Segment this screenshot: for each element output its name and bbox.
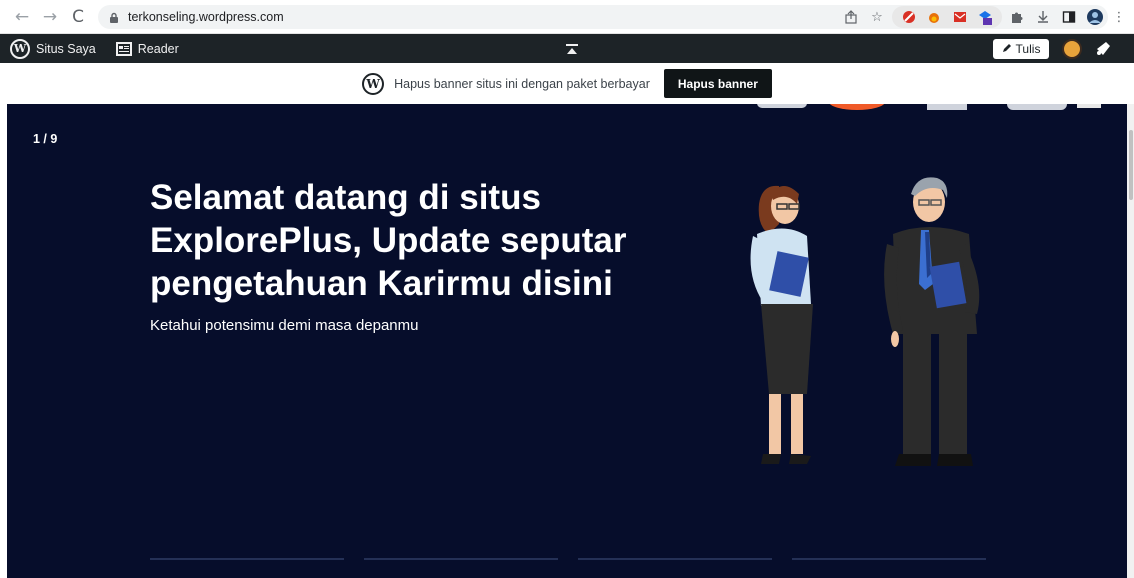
slide-tab-3[interactable] (578, 558, 772, 560)
write-label: Tulis (1015, 42, 1041, 56)
wp-admin-bar: W Situs Saya Reader Tulis (0, 34, 1134, 63)
scrollbar-thumb[interactable] (1129, 130, 1133, 200)
collapse-toggle-icon[interactable] (566, 34, 578, 63)
slide-counter: 1 / 9 (33, 132, 58, 146)
ext-mail-icon[interactable] (947, 5, 973, 29)
upgrade-banner: W Hapus banner situs ini dengan paket be… (0, 63, 1134, 104)
write-button[interactable]: Tulis (993, 39, 1049, 59)
slide-tab-1[interactable] (150, 558, 344, 560)
slide-tab-2[interactable] (364, 558, 558, 560)
hero-slider: 1 / 9 Selamat datang di situs ExplorePlu… (7, 104, 1127, 578)
banner-text: Hapus banner situs ini dengan paket berb… (394, 76, 650, 91)
reader-icon (115, 41, 132, 56)
reload-icon[interactable]: C (66, 5, 90, 29)
forward-arrow-icon[interactable]: → (38, 5, 62, 29)
back-arrow-icon[interactable]: ← (10, 5, 34, 29)
side-panel-icon[interactable] (1056, 5, 1082, 29)
extensions-group (892, 6, 1002, 28)
hero-subline: Ketahui potensimu demi masa depanmu (150, 317, 419, 334)
reader-label: Reader (137, 41, 179, 56)
profile-avatar-icon[interactable] (1082, 5, 1108, 29)
business-people-illustration (750, 177, 980, 466)
slide-tab-4[interactable] (792, 558, 986, 560)
wordpress-logo-icon: W (10, 38, 30, 59)
url-text: terkonseling.wordpress.com (128, 10, 284, 24)
bookmark-star-icon[interactable]: ☆ (864, 5, 890, 29)
share-icon[interactable] (838, 5, 864, 29)
pencil-icon (1002, 42, 1012, 56)
hero-headline: Selamat datang di situs ExplorePlus, Upd… (150, 178, 627, 303)
man-figure (884, 177, 980, 466)
ext-fire-icon[interactable] (922, 5, 948, 29)
extensions-puzzle-icon[interactable] (1004, 5, 1030, 29)
slide-tabs (150, 558, 986, 560)
user-avatar[interactable] (1062, 39, 1082, 59)
woman-figure (750, 185, 813, 464)
wordpress-logo-icon: W (362, 72, 385, 95)
my-site-label: Situs Saya (36, 41, 96, 56)
browser-toolbar: ← → C terkonseling.wordpress.com ☆ ⋮ (0, 0, 1134, 34)
top-decoration (757, 104, 1101, 110)
menu-kebab-icon[interactable]: ⋮ (1106, 5, 1132, 29)
ext-block-icon[interactable] (896, 5, 922, 29)
page-gutter (0, 104, 7, 578)
my-site-menu[interactable]: W Situs Saya (0, 34, 104, 63)
notifications-bell-icon[interactable] (1094, 40, 1112, 58)
remove-banner-button[interactable]: Hapus banner (663, 69, 772, 98)
ext-badge-icon[interactable] (973, 5, 999, 29)
download-icon[interactable] (1030, 5, 1056, 29)
reader-menu[interactable]: Reader (108, 34, 187, 63)
lock-icon (108, 11, 120, 23)
